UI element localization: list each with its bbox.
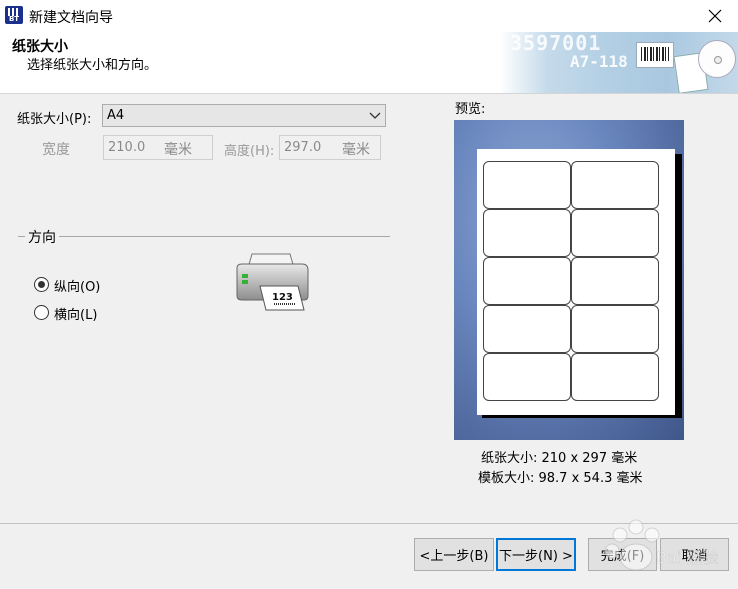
printer-icon: 123 [236, 253, 309, 311]
page-title: 纸张大小 [12, 39, 68, 55]
portrait-label[interactable]: 纵向(O) [54, 276, 100, 295]
disc-icon [698, 40, 736, 78]
window-title: 新建文档向导 [29, 10, 113, 26]
orientation-group-divider [18, 236, 390, 237]
watermark-text: Bai 经验 [656, 548, 718, 567]
height-unit: 毫米 [342, 142, 370, 158]
orientation-group-title: 方向 [25, 227, 59, 247]
close-button[interactable] [692, 0, 738, 32]
wizard-header: 3597001 A7-118 纸张大小 选择纸张大小和方向。 [0, 32, 738, 94]
paper-size-info: 纸张大小: 210 x 297 毫米 [481, 451, 638, 466]
width-unit: 毫米 [164, 142, 192, 158]
close-icon [708, 9, 722, 23]
page-subtitle: 选择纸张大小和方向。 [27, 58, 158, 73]
preview-paper [477, 149, 675, 415]
template-size-info: 模板大小: 98.7 x 54.3 毫米 [478, 471, 643, 486]
app-icon: BT [5, 6, 23, 24]
preview-label-cell [571, 305, 659, 353]
portrait-radio[interactable] [34, 277, 49, 292]
height-field[interactable]: 297.0 毫米 [279, 135, 381, 160]
paper-size-value: A4 [107, 108, 125, 123]
title-bar: BT 新建文档向导 [0, 0, 738, 32]
preview-label-cell [571, 161, 659, 209]
next-button[interactable]: 下一步(N) > [496, 538, 576, 571]
preview-label: 预览: [455, 102, 486, 117]
width-field[interactable]: 210.0 毫米 [103, 135, 213, 160]
paper-size-label: 纸张大小(P): [17, 112, 92, 127]
height-value: 297.0 [284, 140, 322, 155]
preview-label-cell [483, 209, 571, 257]
landscape-radio[interactable] [34, 305, 49, 320]
width-label: 宽度 [42, 142, 70, 158]
preview-label-cell [483, 305, 571, 353]
preview-label-cell [571, 353, 659, 401]
preview-label-cell [483, 353, 571, 401]
app-icon-text: BT [8, 15, 20, 23]
paper-size-select[interactable]: A4 [102, 104, 386, 127]
banner-code: A7-118 [570, 52, 628, 71]
landscape-label[interactable]: 横向(L) [54, 304, 97, 323]
width-value: 210.0 [108, 140, 146, 155]
back-button[interactable]: <上一步(B) [414, 538, 494, 571]
printer-sheet-text: 123 [272, 292, 293, 303]
preview-label-cell [571, 209, 659, 257]
preview-label-cell [483, 257, 571, 305]
watermark-logo: Bai 经验 [604, 519, 719, 571]
height-label: 高度(H): [224, 144, 275, 159]
preview-label-cell [483, 161, 571, 209]
chevron-down-icon [369, 112, 381, 119]
preview-label-cell [571, 257, 659, 305]
barcode-label-icon [636, 42, 674, 68]
